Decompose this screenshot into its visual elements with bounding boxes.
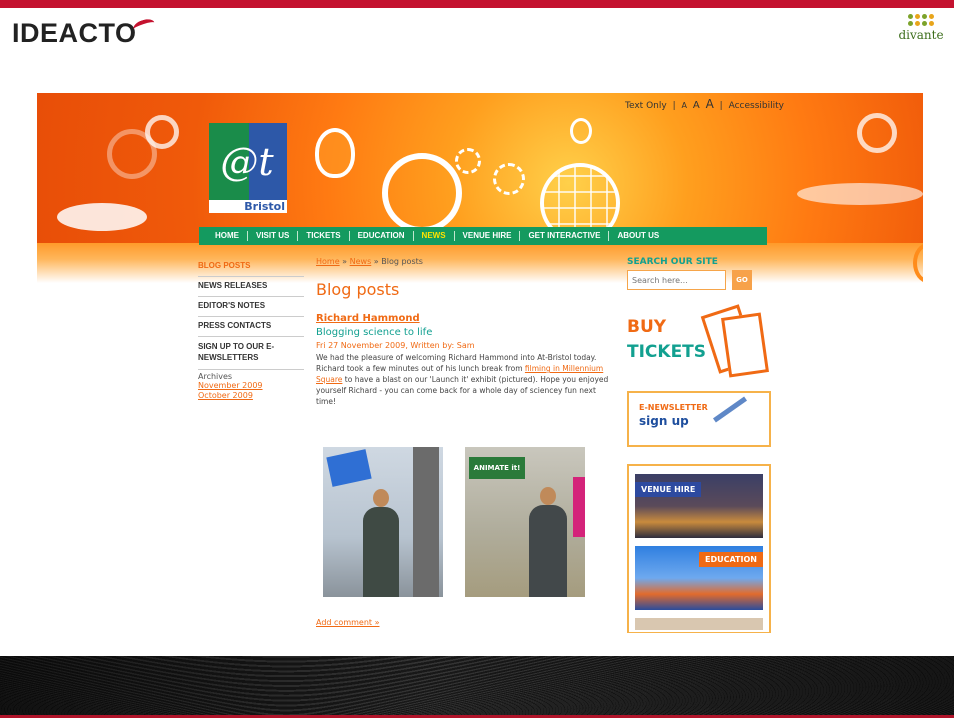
- search-go-button[interactable]: GO: [732, 270, 752, 290]
- archive-link-oct-2009[interactable]: October 2009: [198, 391, 304, 401]
- divante-logo: divante: [894, 14, 948, 42]
- nav-news[interactable]: NEWS: [414, 231, 455, 241]
- nav-education[interactable]: EDUCATION: [350, 231, 414, 241]
- nav-tickets[interactable]: TICKETS: [298, 231, 350, 241]
- post-photo: ANIMATE it!: [465, 447, 585, 597]
- nav-venue-hire[interactable]: VENUE HIRE: [455, 231, 521, 241]
- swirl-decoration: [857, 113, 897, 153]
- right-column: SEARCH OUR SITE GO BUY TICKETS E-NEWSLET…: [627, 257, 773, 633]
- ticket-icon: [700, 304, 769, 379]
- newsletter-signup-button[interactable]: E-NEWSLETTER sign up: [627, 391, 771, 447]
- text-size-medium-link[interactable]: A: [693, 100, 700, 111]
- wave-decoration: [57, 203, 147, 231]
- breadcrumb-home[interactable]: Home: [316, 257, 340, 266]
- gear-icon: [455, 148, 481, 174]
- page-title: Blog posts: [316, 280, 400, 299]
- archives-label: Archives: [198, 372, 233, 381]
- breadcrumb: Home » News » Blog posts: [316, 257, 423, 266]
- at-bristol-logo[interactable]: @t Bristol: [209, 123, 287, 213]
- nav-visit-us[interactable]: VISIT US: [248, 231, 299, 241]
- sidebar-nav: BLOG POSTS NEWS RELEASES EDITOR'S NOTES …: [198, 257, 304, 401]
- nav-about-us[interactable]: ABOUT US: [609, 231, 667, 241]
- promo-panel: VENUE HIRE EDUCATION: [627, 464, 771, 633]
- gear-icon: [493, 163, 525, 195]
- sidebar-item-enewsletters[interactable]: SIGN UP TO OUR E-NEWSLETTERS: [198, 337, 304, 370]
- post-body: We had the pleasure of welcoming Richard…: [316, 353, 609, 406]
- nav-get-interactive[interactable]: GET INTERACTIVE: [520, 231, 610, 241]
- buy-tickets-button[interactable]: BUY TICKETS: [627, 315, 706, 365]
- education-promo[interactable]: EDUCATION: [635, 546, 763, 610]
- breadcrumb-current: Blog posts: [381, 257, 423, 266]
- main-content: Home » News » Blog posts Blog posts Rich…: [316, 257, 616, 627]
- website-screenshot: Text Only | A A A | Accessibility @t Bri…: [37, 93, 923, 633]
- sidebar-item-news-releases[interactable]: NEWS RELEASES: [198, 277, 304, 297]
- wave-decoration: [797, 183, 923, 205]
- header-banner: [37, 93, 923, 243]
- sidebar-item-editors-notes[interactable]: EDITOR'S NOTES: [198, 297, 304, 317]
- text-only-link[interactable]: Text Only: [625, 101, 667, 111]
- wheel-icon: [382, 153, 462, 233]
- promo-tile[interactable]: [635, 618, 763, 630]
- text-size-large-link[interactable]: A: [706, 97, 714, 111]
- footer-band: [0, 656, 954, 718]
- text-size-small-link[interactable]: A: [681, 101, 686, 110]
- swirl-decoration: [107, 129, 157, 179]
- post-photo: [323, 447, 443, 597]
- lightbulb-icon: [570, 118, 592, 144]
- post-meta: Fri 27 November 2009, Written by: Sam: [316, 341, 475, 350]
- photo-sign: ANIMATE it!: [469, 457, 525, 479]
- accessibility-links: Text Only | A A A | Accessibility: [625, 97, 784, 111]
- search-input[interactable]: [627, 270, 726, 290]
- top-accent-rule: [0, 0, 954, 8]
- sidebar-item-blog-posts[interactable]: BLOG POSTS: [198, 257, 304, 277]
- ideacto-logo: IDEACTO: [12, 16, 156, 49]
- post-subtitle: Blogging science to life: [316, 327, 433, 338]
- divante-dots-icon: [894, 14, 948, 26]
- post-title-link[interactable]: Richard Hammond: [316, 313, 616, 324]
- sidebar-item-press-contacts[interactable]: PRESS CONTACTS: [198, 317, 304, 337]
- breadcrumb-news[interactable]: News: [350, 257, 372, 266]
- accessibility-link[interactable]: Accessibility: [729, 101, 784, 111]
- venue-hire-promo[interactable]: VENUE HIRE: [635, 474, 763, 538]
- main-nav: HOME VISIT US TICKETS EDUCATION NEWS VEN…: [199, 227, 767, 245]
- add-comment-link[interactable]: Add comment »: [316, 618, 379, 627]
- nav-home[interactable]: HOME: [207, 231, 248, 241]
- balloon-icon: [315, 128, 355, 178]
- search-label: SEARCH OUR SITE: [627, 257, 718, 267]
- archive-link-nov-2009[interactable]: November 2009: [198, 381, 304, 391]
- search-form: GO: [627, 270, 773, 290]
